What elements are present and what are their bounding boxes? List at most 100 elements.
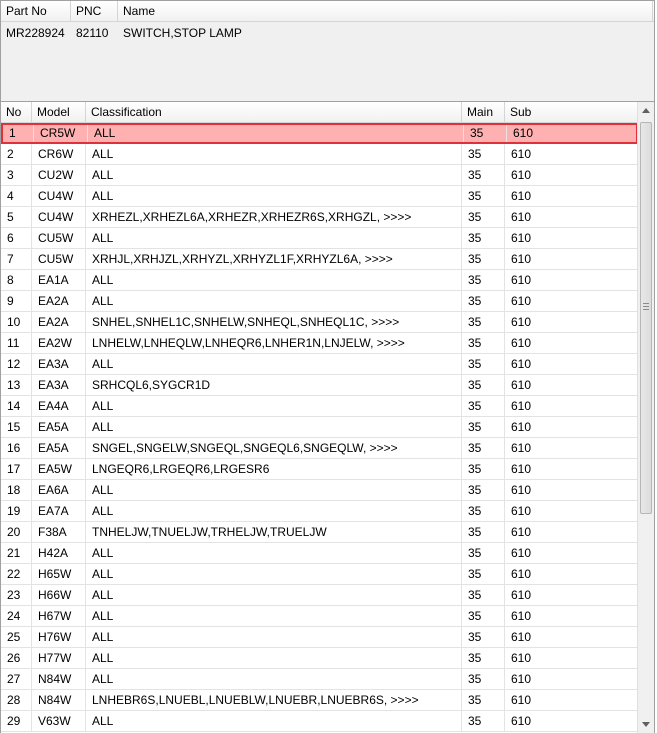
parts-list-header: Part No PNC Name [1, 1, 654, 22]
row-no-cell: 29 [1, 711, 32, 731]
table-row[interactable]: 9 EA2A ALL 35 610 [1, 291, 638, 312]
row-no-cell: 14 [1, 396, 32, 416]
table-row[interactable]: 6 CU5W ALL 35 610 [1, 228, 638, 249]
table-row[interactable]: 17 EA5W LNGEQR6,LRGEQR6,LRGESR6 35 610 [1, 459, 638, 480]
classification-cell: SNGEL,SNGELW,SNGEQL,SNGEQL6,SNGEQLW, >>>… [86, 438, 462, 458]
table-row[interactable]: 24 H67W ALL 35 610 [1, 606, 638, 627]
model-cell: H76W [32, 627, 86, 647]
column-header-main[interactable]: Main [462, 102, 505, 122]
row-no-cell: 10 [1, 312, 32, 332]
models-list-header: No Model Classification Main Sub [1, 102, 638, 123]
table-row[interactable]: 8 EA1A ALL 35 610 [1, 270, 638, 291]
table-row[interactable]: 5 CU4W XRHEZL,XRHEZL6A,XRHEZR,XRHEZR6S,XRH… [1, 207, 638, 228]
classification-cell: LNGEQR6,LRGEQR6,LRGESR6 [86, 459, 462, 479]
model-cell: CU4W [32, 186, 86, 206]
row-no-cell: 5 [1, 207, 32, 227]
main-cell: 35 [464, 125, 507, 142]
model-cell: EA3A [32, 354, 86, 374]
table-row[interactable]: 14 EA4A ALL 35 610 [1, 396, 638, 417]
table-row[interactable]: 10 EA2A SNHEL,SNHEL1C,SNHELW,SNHEQL,SNHEQL… [1, 312, 638, 333]
row-no-cell: 23 [1, 585, 32, 605]
column-header-name[interactable]: Name [118, 1, 653, 21]
table-row[interactable]: 27 N84W ALL 35 610 [1, 669, 638, 690]
main-cell: 35 [462, 438, 505, 458]
vertical-scrollbar[interactable] [637, 102, 654, 733]
sub-cell: 610 [511, 525, 532, 539]
table-row[interactable]: 18 EA6A ALL 35 610 [1, 480, 638, 501]
table-row[interactable]: 16 EA5A SNGEL,SNGELW,SNGEQL,SNGEQL6,SNGEQL… [1, 438, 638, 459]
model-cell: EA2W [32, 333, 86, 353]
table-row[interactable]: 15 EA5A ALL 35 610 [1, 417, 638, 438]
sub-cell: 610 [511, 336, 532, 350]
model-cell: EA4A [32, 396, 86, 416]
sub-cell: 610 [511, 672, 532, 686]
sub-cell: 610 [511, 567, 532, 581]
column-header-classification[interactable]: Classification [86, 102, 462, 122]
main-cell: 35 [462, 417, 505, 437]
scroll-thumb[interactable] [640, 122, 652, 514]
grip-line [643, 306, 649, 307]
models-list-rows: 1 CR5W ALL 35 610 2 CR6W ALL 35 610 3 CU2W ALL 35 610 4… [1, 123, 638, 732]
table-row[interactable]: 11 EA2W LNHELW,LNHEQLW,LNHEQR6,LNHER1N,LNJ… [1, 333, 638, 354]
table-row[interactable]: 13 EA3A SRHCQL6,SYGCR1D 35 610 [1, 375, 638, 396]
part-name-cell: SWITCH,STOP LAMP [123, 26, 242, 40]
table-row[interactable]: 26 H77W ALL 35 610 [1, 648, 638, 669]
model-cell: EA5A [32, 417, 86, 437]
classification-cell: ALL [86, 711, 462, 731]
table-row[interactable]: 3 CU2W ALL 35 610 [1, 165, 638, 186]
model-cell: N84W [32, 690, 86, 710]
scroll-down-icon[interactable] [638, 716, 654, 733]
classification-cell: ALL [86, 648, 462, 668]
sub-cell: 610 [511, 441, 532, 455]
classification-cell: LNHELW,LNHEQLW,LNHEQR6,LNHER1N,LNJELW, >… [86, 333, 462, 353]
table-row[interactable]: 25 H76W ALL 35 610 [1, 627, 638, 648]
classification-cell: ALL [86, 627, 462, 647]
classification-cell: ALL [86, 501, 462, 521]
classification-cell: ALL [86, 606, 462, 626]
column-header-sub[interactable]: Sub [505, 102, 638, 122]
model-cell: H66W [32, 585, 86, 605]
model-cell: EA3A [32, 375, 86, 395]
column-header-part-no[interactable]: Part No [1, 1, 71, 21]
classification-cell: ALL [86, 543, 462, 563]
main-cell: 35 [462, 606, 505, 626]
table-row[interactable]: 29 V63W ALL 35 610 [1, 711, 638, 732]
part-row[interactable]: MR228924 82110 SWITCH,STOP LAMP [1, 23, 654, 43]
sub-cell: 610 [511, 147, 532, 161]
scroll-up-icon[interactable] [638, 102, 654, 119]
classification-cell: XRHEZL,XRHEZL6A,XRHEZR,XRHEZR6S,XRHGZL, … [86, 207, 462, 227]
classification-cell: ALL [88, 125, 464, 142]
main-cell: 35 [462, 270, 505, 290]
main-cell: 35 [462, 333, 505, 353]
table-row[interactable]: 12 EA3A ALL 35 610 [1, 354, 638, 375]
table-row[interactable]: 2 CR6W ALL 35 610 [1, 144, 638, 165]
model-cell: EA6A [32, 480, 86, 500]
classification-cell: ALL [86, 354, 462, 374]
row-no-cell: 26 [1, 648, 32, 668]
table-row[interactable]: 21 H42A ALL 35 610 [1, 543, 638, 564]
classification-cell: ALL [86, 291, 462, 311]
table-row[interactable]: 1 CR5W ALL 35 610 [1, 123, 638, 144]
grip-lines-icon [643, 303, 649, 304]
table-row[interactable]: 19 EA7A ALL 35 610 [1, 501, 638, 522]
model-cell: EA2A [32, 312, 86, 332]
row-no-cell: 4 [1, 186, 32, 206]
classification-cell: ALL [86, 270, 462, 290]
sub-cell: 610 [511, 462, 532, 476]
table-row[interactable]: 28 N84W LNHEBR6S,LNUEBL,LNUEBLW,LNUEBR,LNU… [1, 690, 638, 711]
column-header-model[interactable]: Model [32, 102, 86, 122]
main-cell: 35 [462, 354, 505, 374]
column-header-pnc[interactable]: PNC [71, 1, 118, 21]
classification-cell: ALL [86, 396, 462, 416]
classification-cell: TNHELJW,TNUELJW,TRHELJW,TRUELJW [86, 522, 462, 542]
table-row[interactable]: 22 H65W ALL 35 610 [1, 564, 638, 585]
main-cell: 35 [462, 690, 505, 710]
table-row[interactable]: 23 H66W ALL 35 610 [1, 585, 638, 606]
row-no-cell: 3 [1, 165, 32, 185]
column-header-no[interactable]: No [1, 102, 32, 122]
table-row[interactable]: 20 F38A TNHELJW,TNUELJW,TRHELJW,TRUELJW 35 6… [1, 522, 638, 543]
table-row[interactable]: 7 CU5W XRHJL,XRHJZL,XRHYZL,XRHYZL1F,XRHYZL… [1, 249, 638, 270]
sub-cell: 610 [511, 588, 532, 602]
table-row[interactable]: 4 CU4W ALL 35 610 [1, 186, 638, 207]
row-no-cell: 12 [1, 354, 32, 374]
